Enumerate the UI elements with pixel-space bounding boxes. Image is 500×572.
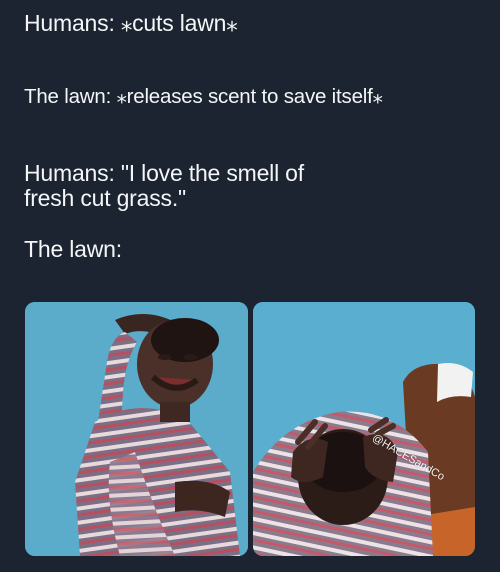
- head-in-hands-child-icon: [253, 302, 475, 556]
- caption-line-the-lawn: The lawn:: [24, 236, 122, 262]
- crying-child-image: [25, 302, 248, 556]
- crying-child-icon: [25, 302, 248, 556]
- caption-line-humans-love-smell: Humans: "I love the smell of fresh cut g…: [24, 160, 304, 211]
- caption-line-lawn-releases-scent: The lawn: ⁎releases scent to save itself…: [24, 85, 383, 108]
- head-in-hands-child-image: @HACESandCo: [253, 302, 475, 556]
- caption-line-humans-cuts-lawn: Humans: ⁎cuts lawn⁎: [24, 10, 238, 36]
